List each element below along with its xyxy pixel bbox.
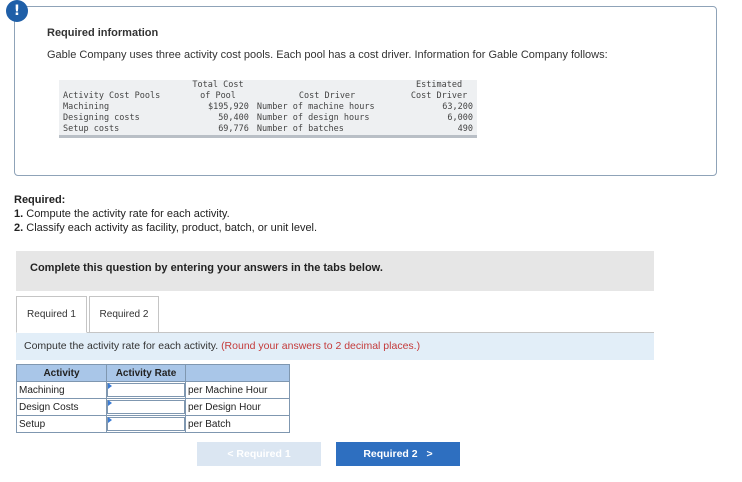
table-row: Machining per Machine Hour bbox=[16, 381, 290, 399]
pool-name: Setup costs bbox=[63, 124, 120, 134]
machining-rate-input[interactable] bbox=[107, 383, 185, 397]
design-rate-input[interactable] bbox=[107, 400, 185, 414]
instruction-text: Compute the activity rate for each activ… bbox=[24, 340, 219, 352]
pool-driver: Number of design hours bbox=[256, 113, 370, 123]
table-row: Design Costs per Design Hour bbox=[16, 398, 290, 416]
required-item-1: 1. Compute the activity rate for each ac… bbox=[14, 208, 230, 220]
alert-icon: ! bbox=[6, 0, 28, 22]
input-marker-icon bbox=[108, 383, 112, 389]
table-row: Designing costs 50,400 Number of design … bbox=[59, 113, 477, 124]
header-of-pool: of Pool bbox=[200, 91, 236, 101]
pool-name: Designing costs bbox=[63, 113, 140, 123]
tab-required-1[interactable]: Required 1 bbox=[16, 296, 87, 333]
pool-cost: 69,776 bbox=[218, 124, 249, 134]
setup-rate-input[interactable] bbox=[107, 417, 185, 431]
info-title: Required information bbox=[47, 27, 159, 39]
rounding-hint: (Round your answers to 2 decimal places.… bbox=[221, 340, 421, 352]
next-required-button[interactable]: Required 2 > bbox=[336, 442, 460, 466]
required-section: Required: 1. Compute the activity rate f… bbox=[14, 193, 317, 235]
rate-unit: per Machine Hour bbox=[185, 381, 290, 399]
prev-button-label: Required 1 bbox=[236, 448, 291, 460]
input-marker-icon bbox=[108, 417, 112, 423]
rate-unit: per Batch bbox=[185, 415, 290, 433]
prev-required-button[interactable]: < Required 1 bbox=[197, 442, 321, 466]
required-item-2: 2. Classify each activity as facility, p… bbox=[14, 222, 318, 234]
pool-driver: Number of machine hours bbox=[256, 102, 375, 112]
tab-instruction: Compute the activity rate for each activ… bbox=[16, 332, 654, 360]
pool-estimate: 6,000 bbox=[447, 113, 473, 123]
table-row: Setup costs 69,776 Number of batches 490 bbox=[59, 124, 477, 137]
pool-estimate: 63,200 bbox=[442, 102, 473, 112]
required-information-panel: Required information Gable Company uses … bbox=[14, 6, 717, 176]
chevron-left-icon: < bbox=[227, 448, 234, 460]
cost-pool-table: Total Cost Estimated Activity Cost Pools… bbox=[59, 80, 477, 138]
pool-driver: Number of batches bbox=[256, 124, 344, 134]
activity-name: Setup bbox=[16, 415, 107, 433]
activity-name: Machining bbox=[16, 381, 107, 399]
header-estimated: Estimated bbox=[416, 80, 463, 90]
header-est-cost-driver: Cost Driver bbox=[410, 91, 468, 101]
table-row: Machining $195,920 Number of machine hou… bbox=[59, 102, 477, 113]
pool-cost: 50,400 bbox=[218, 113, 249, 123]
activity-rate-table: Activity Activity Rate Machining per Mac… bbox=[16, 364, 290, 433]
required-heading: Required: bbox=[14, 194, 66, 206]
pool-estimate: 490 bbox=[457, 124, 473, 134]
table-header-row: Total Cost Estimated bbox=[59, 80, 477, 91]
chevron-right-icon: > bbox=[426, 448, 433, 460]
rate-unit: per Design Hour bbox=[185, 398, 290, 416]
next-button-label: Required 2 bbox=[363, 448, 418, 460]
pool-cost: $195,920 bbox=[207, 102, 249, 112]
header-activity: Activity bbox=[16, 364, 107, 382]
info-description: Gable Company uses three activity cost p… bbox=[47, 49, 608, 61]
header-total-cost: Total Cost bbox=[192, 80, 244, 90]
input-marker-icon bbox=[108, 400, 112, 406]
header-activity-rate: Activity Rate bbox=[106, 364, 186, 382]
tab-required-2[interactable]: Required 2 bbox=[89, 296, 159, 333]
pool-name: Machining bbox=[63, 102, 110, 112]
table-header-row: Activity Activity Rate bbox=[16, 364, 290, 382]
header-activity-pools: Activity Cost Pools bbox=[63, 91, 161, 101]
header-cost-driver: Cost Driver bbox=[298, 91, 356, 101]
table-row: Setup per Batch bbox=[16, 415, 290, 433]
activity-name: Design Costs bbox=[16, 398, 107, 416]
table-header-row: Activity Cost Pools of Pool Cost Driver … bbox=[59, 91, 477, 102]
instructions-banner: Complete this question by entering your … bbox=[16, 251, 654, 291]
